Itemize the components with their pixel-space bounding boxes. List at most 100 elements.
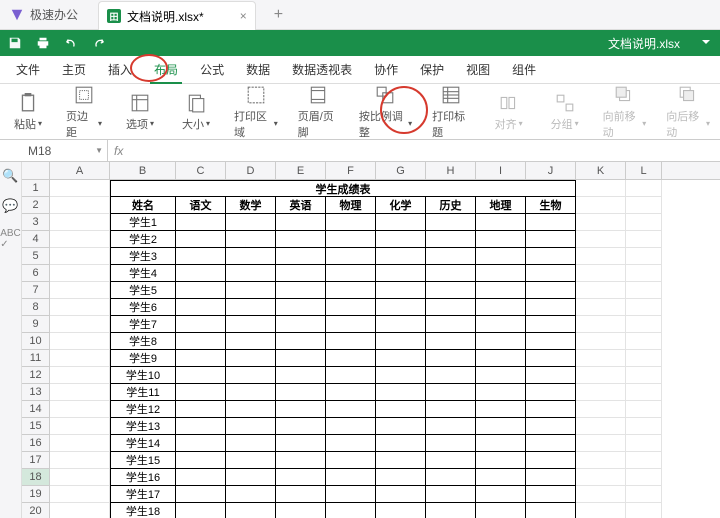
row-header-3[interactable]: 3 [22,214,50,231]
cell-F9[interactable] [326,316,376,333]
cell-C6[interactable] [176,265,226,282]
cell-L17[interactable] [626,452,662,469]
menu-组件[interactable]: 组件 [502,57,546,82]
cell-K10[interactable] [576,333,626,350]
window-menu-icon[interactable] [700,36,712,51]
search-icon[interactable]: 🔍 [2,168,18,184]
ribbon-print-area[interactable]: 打印区域▾ [234,84,278,140]
cell-K16[interactable] [576,435,626,452]
cell-H10[interactable] [426,333,476,350]
cell-B5[interactable]: 学生3 [110,248,176,265]
cell-B3[interactable]: 学生1 [110,214,176,231]
cell-K13[interactable] [576,384,626,401]
cell-E20[interactable] [276,503,326,518]
cell-H2[interactable]: 历史 [426,197,476,214]
cell-H15[interactable] [426,418,476,435]
cell-K7[interactable] [576,282,626,299]
cell-F4[interactable] [326,231,376,248]
cell-B17[interactable]: 学生15 [110,452,176,469]
cell-D11[interactable] [226,350,276,367]
menu-文件[interactable]: 文件 [6,57,50,82]
cell-B10[interactable]: 学生8 [110,333,176,350]
cell-B7[interactable]: 学生5 [110,282,176,299]
cell-K19[interactable] [576,486,626,503]
cell-B6[interactable]: 学生4 [110,265,176,282]
cell-A8[interactable] [50,299,110,316]
cell-B2[interactable]: 姓名 [110,197,176,214]
cell-H6[interactable] [426,265,476,282]
cell-A10[interactable] [50,333,110,350]
spellcheck-icon[interactable]: ABC✓ [0,228,21,250]
ribbon-print-titles[interactable]: 打印标题 [432,84,470,140]
cell-F14[interactable] [326,401,376,418]
cell-I2[interactable]: 地理 [476,197,526,214]
cell-D13[interactable] [226,384,276,401]
cell-D6[interactable] [226,265,276,282]
col-header-K[interactable]: K [576,162,626,179]
cell-L20[interactable] [626,503,662,518]
cell-K3[interactable] [576,214,626,231]
cell-J19[interactable] [526,486,576,503]
row-header-10[interactable]: 10 [22,333,50,350]
cell-B15[interactable]: 学生13 [110,418,176,435]
cell-D3[interactable] [226,214,276,231]
cell-L15[interactable] [626,418,662,435]
cell-K5[interactable] [576,248,626,265]
cell-G12[interactable] [376,367,426,384]
cell-D2[interactable]: 数学 [226,197,276,214]
cell-E3[interactable] [276,214,326,231]
cell-E7[interactable] [276,282,326,299]
cell-K4[interactable] [576,231,626,248]
cell-L1[interactable] [626,180,662,197]
cell-H11[interactable] [426,350,476,367]
col-header-C[interactable]: C [176,162,226,179]
col-header-H[interactable]: H [426,162,476,179]
print-icon[interactable] [36,36,50,50]
row-header-13[interactable]: 13 [22,384,50,401]
cell-E12[interactable] [276,367,326,384]
cell-L7[interactable] [626,282,662,299]
cell-L2[interactable] [626,197,662,214]
cell-K14[interactable] [576,401,626,418]
menu-保护[interactable]: 保护 [410,57,454,82]
cell-L14[interactable] [626,401,662,418]
cell-A1[interactable] [50,180,110,197]
col-header-L[interactable]: L [626,162,662,179]
cell-J14[interactable] [526,401,576,418]
cell-H4[interactable] [426,231,476,248]
cell-I6[interactable] [476,265,526,282]
cell-C20[interactable] [176,503,226,518]
cell-G20[interactable] [376,503,426,518]
cell-E18[interactable] [276,469,326,486]
cell-H18[interactable] [426,469,476,486]
col-header-E[interactable]: E [276,162,326,179]
cell-G7[interactable] [376,282,426,299]
cell-J11[interactable] [526,350,576,367]
cell-E14[interactable] [276,401,326,418]
cell-E6[interactable] [276,265,326,282]
ribbon-scale[interactable]: 按比例调整▾ [359,84,412,140]
cell-K12[interactable] [576,367,626,384]
cell-C8[interactable] [176,299,226,316]
cell-F19[interactable] [326,486,376,503]
cell-F16[interactable] [326,435,376,452]
row-header-8[interactable]: 8 [22,299,50,316]
cell-J6[interactable] [526,265,576,282]
cell-H12[interactable] [426,367,476,384]
cell-J7[interactable] [526,282,576,299]
cell-A12[interactable] [50,367,110,384]
select-all-corner[interactable] [22,162,50,179]
cell-F7[interactable] [326,282,376,299]
row-header-12[interactable]: 12 [22,367,50,384]
cell-L12[interactable] [626,367,662,384]
row-header-9[interactable]: 9 [22,316,50,333]
cell-B19[interactable]: 学生17 [110,486,176,503]
col-header-I[interactable]: I [476,162,526,179]
cell-K1[interactable] [576,180,626,197]
cell-J16[interactable] [526,435,576,452]
cell-I14[interactable] [476,401,526,418]
cell-G3[interactable] [376,214,426,231]
cell-L3[interactable] [626,214,662,231]
cell-A2[interactable] [50,197,110,214]
cell-I19[interactable] [476,486,526,503]
